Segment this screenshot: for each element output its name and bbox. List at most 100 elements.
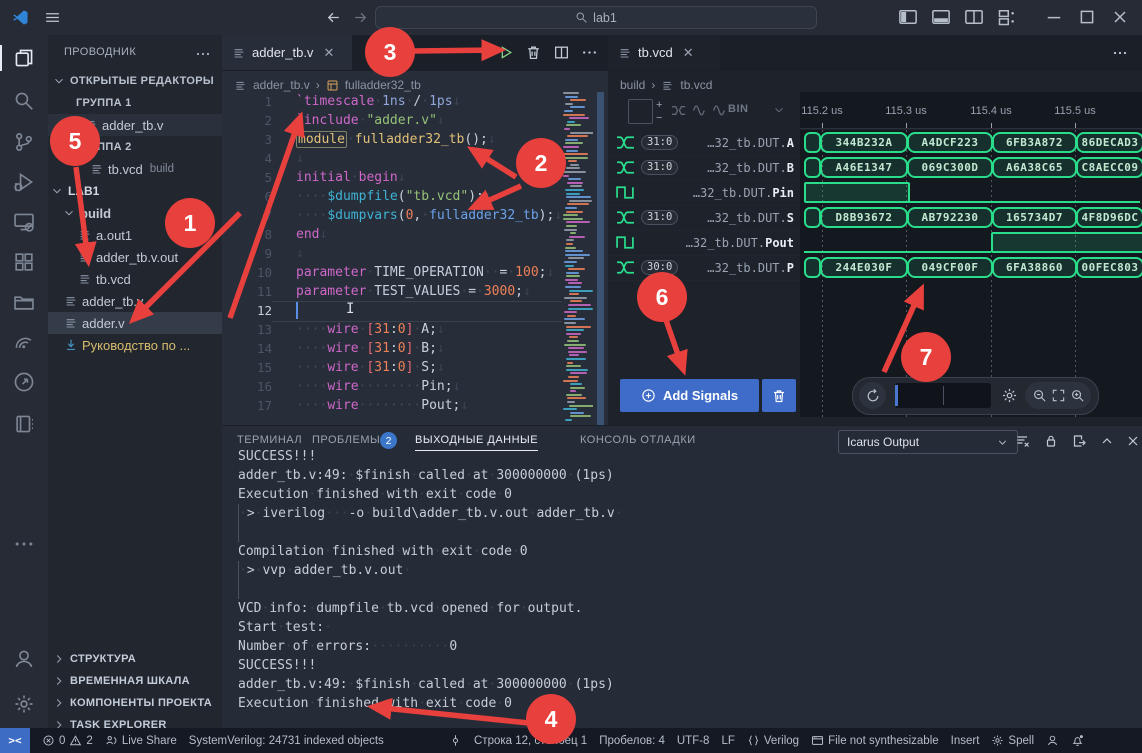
close-icon[interactable] [1110, 7, 1130, 27]
tab-close-icon[interactable]: ✕ [323, 45, 334, 61]
tree-row-adder.v[interactable]: adder.v [48, 312, 223, 334]
breadcrumb-folder[interactable]: build [620, 78, 645, 92]
tree-row-tb.vcd[interactable]: tb.vcd [48, 268, 223, 290]
panel-tab-0[interactable]: ТЕРМИНАЛ [237, 434, 302, 446]
activity-source-control-icon[interactable] [13, 131, 35, 153]
analog-wave-icon[interactable] [712, 102, 729, 119]
analog-wave-icon[interactable] [692, 102, 709, 119]
panel-tab-1[interactable]: ПРОБЛЕМЫ [312, 434, 380, 446]
chevron-up-icon[interactable] [1099, 433, 1115, 449]
editor-scrollbar[interactable] [597, 92, 604, 425]
tree-row-adder_tb.v[interactable]: adder_tb.v [48, 290, 223, 312]
zoom-in-icon[interactable] [1070, 388, 1085, 403]
breadcrumb-symbol[interactable]: fulladder32_tb [345, 78, 421, 92]
activity-project-manager-icon[interactable] [13, 291, 35, 313]
tree-row--1[interactable]: ГРУППА 1 [48, 92, 223, 114]
chevron-down-icon[interactable] [772, 103, 786, 117]
nav-back-icon[interactable] [325, 9, 342, 26]
wave-canvas[interactable]: 344B232AA4DCF2236FB3A87286DECAD3A46E1347… [800, 130, 1142, 417]
sidebar-section-временная-шкала[interactable]: ВРЕМЕННАЯ ШКАЛА [48, 670, 223, 692]
menu-icon[interactable] [44, 9, 61, 26]
clear-output-icon[interactable] [1015, 433, 1031, 449]
radix-select[interactable]: BIN [728, 103, 748, 115]
status-eol-sequence[interactable]: LF [721, 735, 734, 747]
nav-forward-icon[interactable] [352, 9, 369, 26]
close-panel-icon[interactable] [1125, 433, 1141, 449]
zoom-plus-label[interactable]: + [656, 100, 662, 110]
status-live-share[interactable]: Live Share [105, 734, 177, 747]
tree-row-tb.vcd[interactable]: tb.vcdbuild [48, 158, 223, 180]
fit-screen-icon[interactable] [1051, 388, 1066, 403]
layout-columns-icon[interactable] [964, 7, 984, 27]
minimap[interactable] [563, 92, 593, 425]
tree-row-lab1[interactable]: LAB1 [48, 180, 223, 202]
activity-search-icon[interactable] [13, 90, 35, 112]
activity-ellipsis-icon[interactable] [13, 533, 35, 555]
tree-row--2[interactable]: ГРУППА 2 [48, 136, 223, 158]
sidebar-section-компоненты-проекта[interactable]: КОМПОНЕНТЫ ПРОЕКТА [48, 692, 223, 714]
signal-row-a[interactable]: 31:0…32_tb.DUT.A [608, 130, 800, 156]
status-notifications[interactable] [1071, 734, 1084, 747]
activity-account-icon[interactable] [13, 648, 35, 670]
signal-row-b[interactable]: 31:0…32_tb.DUT.B [608, 155, 800, 181]
layout-customize-icon[interactable] [997, 7, 1017, 27]
activity-settings-gear-icon[interactable] [13, 693, 35, 715]
zoom-minus-label[interactable]: − [656, 113, 662, 123]
status-synthesis-status[interactable]: File not synthesizable [811, 734, 939, 747]
signal-row-p[interactable]: 30:0…32_tb.DUT.P [608, 255, 800, 281]
remove-signals-button[interactable] [762, 379, 796, 412]
signal-row-pin[interactable]: …32_tb.DUT.Pin [608, 180, 800, 206]
status-systemverilog-status[interactable]: SystemVerilog: 24731 indexed objects [189, 735, 384, 747]
status-encoding[interactable]: UTF-8 [677, 735, 710, 747]
panel-tab-3[interactable]: КОНСОЛЬ ОТЛАДКИ [580, 434, 696, 446]
tree-row-a.out1[interactable]: a.out1 [48, 224, 223, 246]
activity-run-debug-icon[interactable] [13, 171, 35, 193]
tree-row-build[interactable]: build [48, 202, 223, 224]
status-spell-checker[interactable]: Spell [991, 734, 1034, 747]
more-actions-icon[interactable] [1112, 45, 1128, 61]
settings-gear-icon[interactable] [1001, 387, 1018, 404]
zoom-out-icon[interactable] [1032, 388, 1047, 403]
activity-run-circle-icon[interactable] [13, 371, 35, 393]
add-signals-button[interactable]: Add Signals [620, 379, 759, 412]
activity-remote-explorer-icon[interactable] [13, 211, 35, 233]
status-insert-mode[interactable]: Insert [951, 735, 980, 747]
remote-indicator[interactable]: >< [0, 728, 30, 753]
output-channel-select[interactable]: Icarus Output [838, 430, 1018, 454]
status-indentation[interactable]: Пробелов: 4 [599, 735, 665, 747]
status-problems-status[interactable]: 02 [42, 734, 93, 747]
activity-wave-icon[interactable] [13, 330, 35, 352]
layout-sidebar-icon[interactable] [898, 7, 918, 27]
breadcrumb-file[interactable]: tb.vcd [680, 78, 712, 92]
activity-notebook-icon[interactable] [13, 413, 35, 435]
tree-row--...[interactable]: Руководство по ...2 [48, 334, 223, 356]
sidebar-section-структура[interactable]: СТРУКТУРА [48, 648, 223, 670]
tree-row--[interactable]: ОТКРЫТЫЕ РЕДАКТОРЫ [48, 70, 223, 92]
sidebar-section-task-explorer[interactable]: TASK EXPLORER [48, 714, 223, 728]
refresh-button[interactable] [859, 382, 886, 409]
minimize-icon[interactable] [1044, 7, 1064, 27]
layout-panel-icon[interactable] [931, 7, 951, 27]
split-editor-icon[interactable] [553, 44, 570, 61]
wave-color-box[interactable] [628, 99, 653, 124]
tab-close-icon[interactable]: ✕ [683, 45, 694, 61]
activity-files-icon[interactable] [13, 47, 35, 69]
trash-icon[interactable] [525, 44, 542, 61]
run-button-icon[interactable] [497, 44, 514, 61]
signal-row-pout[interactable]: …32_tb.DUT.Pout [608, 230, 800, 256]
signal-row-s[interactable]: 31:0…32_tb.DUT.S [608, 205, 800, 231]
activity-extensions-icon[interactable] [13, 251, 35, 273]
bus-format-icon[interactable] [670, 102, 687, 119]
status-cursor-position[interactable]: Строка 12, столбец 1 [474, 735, 587, 747]
code-area[interactable]: `timescale·1ns·/·1ps↓`include·"adder.v"↓… [296, 92, 562, 415]
status-feedback[interactable] [1046, 734, 1059, 747]
tab-adder-tb-v[interactable]: adder_tb.v ✕ [222, 35, 353, 70]
more-actions-icon[interactable] [581, 44, 598, 61]
time-input[interactable] [895, 383, 991, 408]
tree-row-adder_tb.v[interactable]: adder_tb.v [48, 114, 223, 136]
command-center-search[interactable]: lab1 [375, 6, 817, 29]
tree-row-adder_tb.v.out[interactable]: adder_tb.v.out [48, 246, 223, 268]
tab-tb-vcd[interactable]: tb.vcd ✕ [608, 35, 721, 70]
status-language-mode[interactable]: Verilog [747, 734, 799, 747]
breadcrumb-file[interactable]: adder_tb.v [253, 78, 310, 92]
